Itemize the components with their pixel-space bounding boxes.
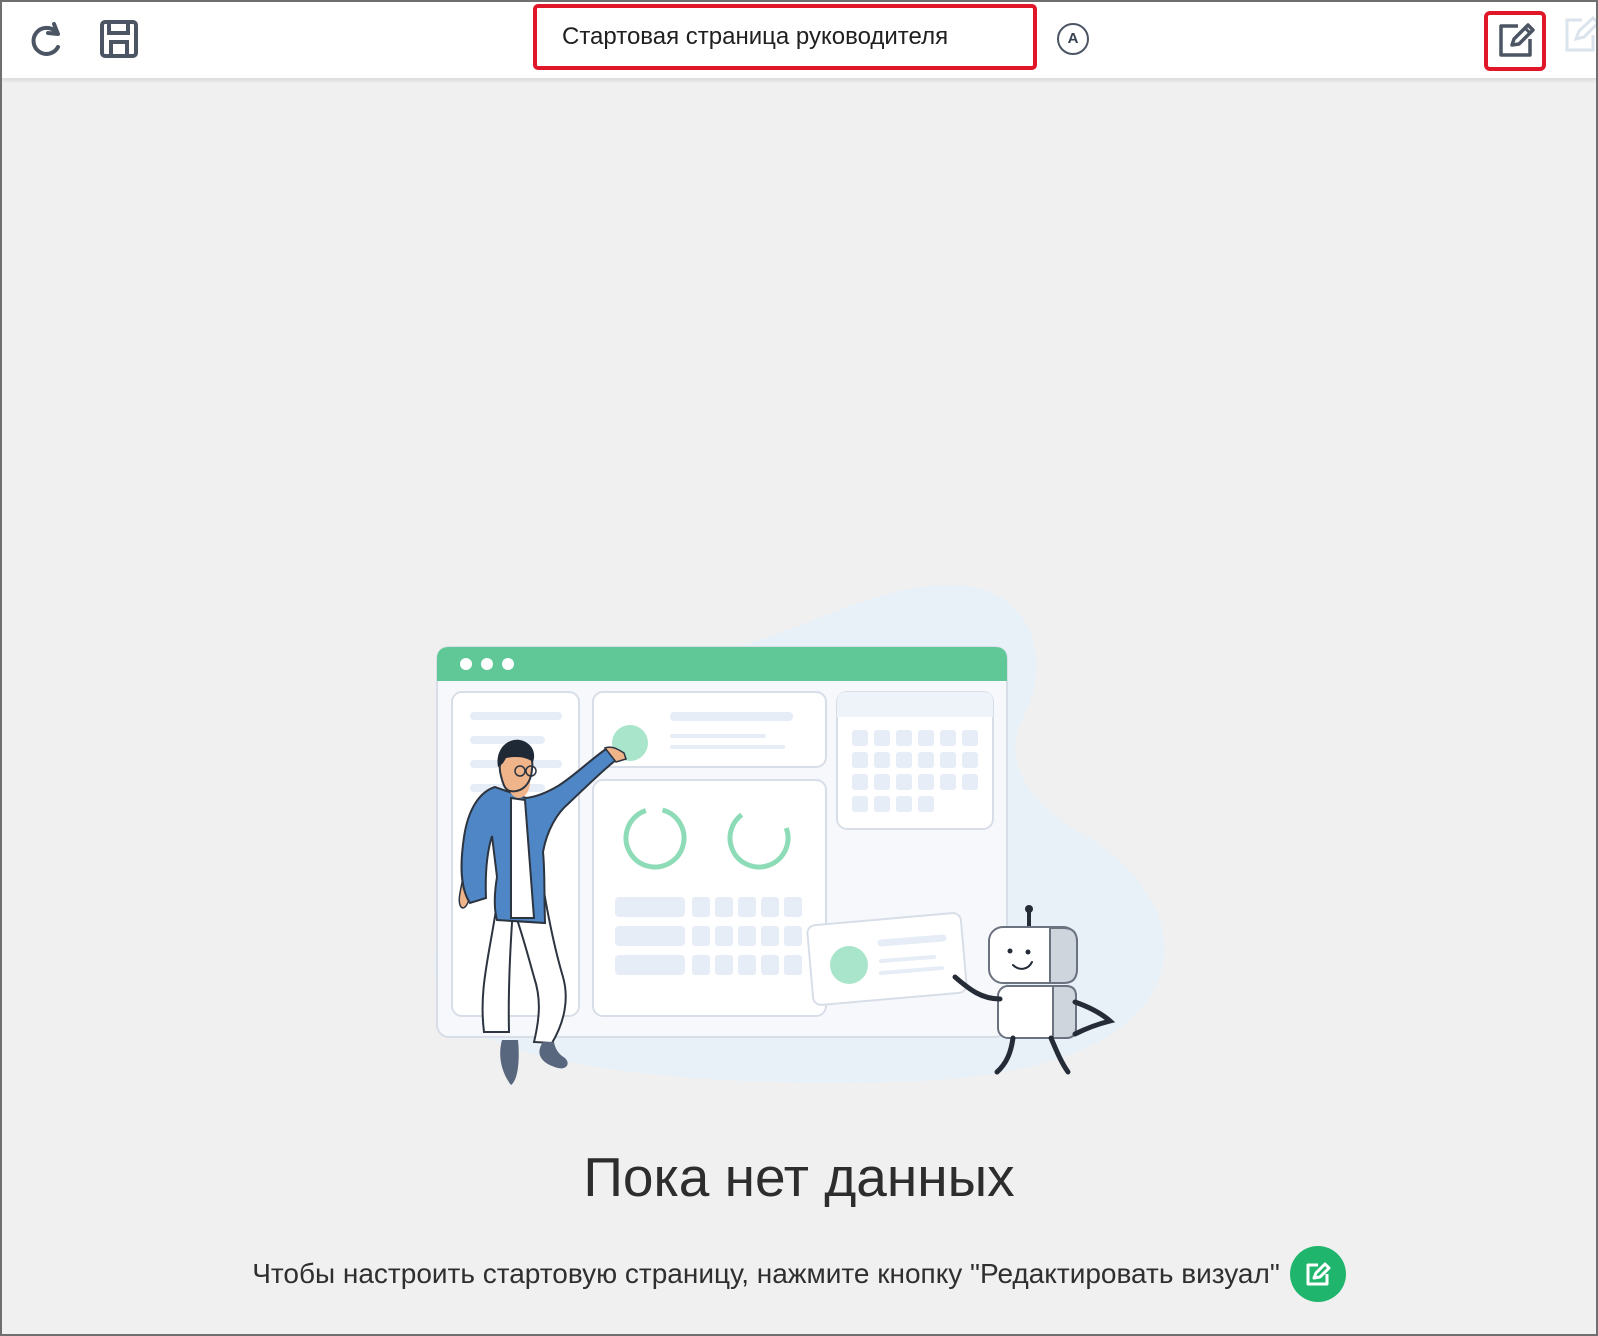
edit-icon	[1499, 23, 1535, 57]
window-dot-icon	[481, 658, 493, 670]
empty-state-hint-row: Чтобы настроить стартовую страницу, нажм…	[2, 1246, 1596, 1302]
inline-edit-visual-button[interactable]	[1289, 1246, 1346, 1302]
empty-state-hint: Чтобы настроить стартовую страницу, нажм…	[252, 1258, 1280, 1289]
save-button[interactable]	[95, 15, 143, 63]
floating-card	[806, 912, 968, 1006]
edit-icon	[1306, 1262, 1331, 1285]
empty-state-title: Пока нет данных	[583, 1146, 1015, 1208]
window-dot-icon	[460, 658, 472, 670]
save-icon	[100, 20, 138, 58]
edit-visual-button[interactable]	[1484, 11, 1546, 71]
pinned-edit-icon[interactable]	[1560, 10, 1598, 55]
auto-mode-icon[interactable]: A	[1057, 23, 1089, 55]
window-dot-icon	[502, 658, 514, 670]
page-title-field[interactable]: Стартовая страница руководителя	[533, 4, 1037, 70]
page-title: Стартовая страница руководителя	[562, 23, 949, 50]
empty-state-illustration	[434, 585, 1165, 1085]
app-window: Стартовая страница руководителя A Пока н…	[0, 0, 1598, 1336]
top-toolbar: Стартовая страница руководителя A	[2, 2, 1596, 79]
refresh-button[interactable]	[25, 17, 69, 61]
refresh-icon	[31, 22, 60, 56]
